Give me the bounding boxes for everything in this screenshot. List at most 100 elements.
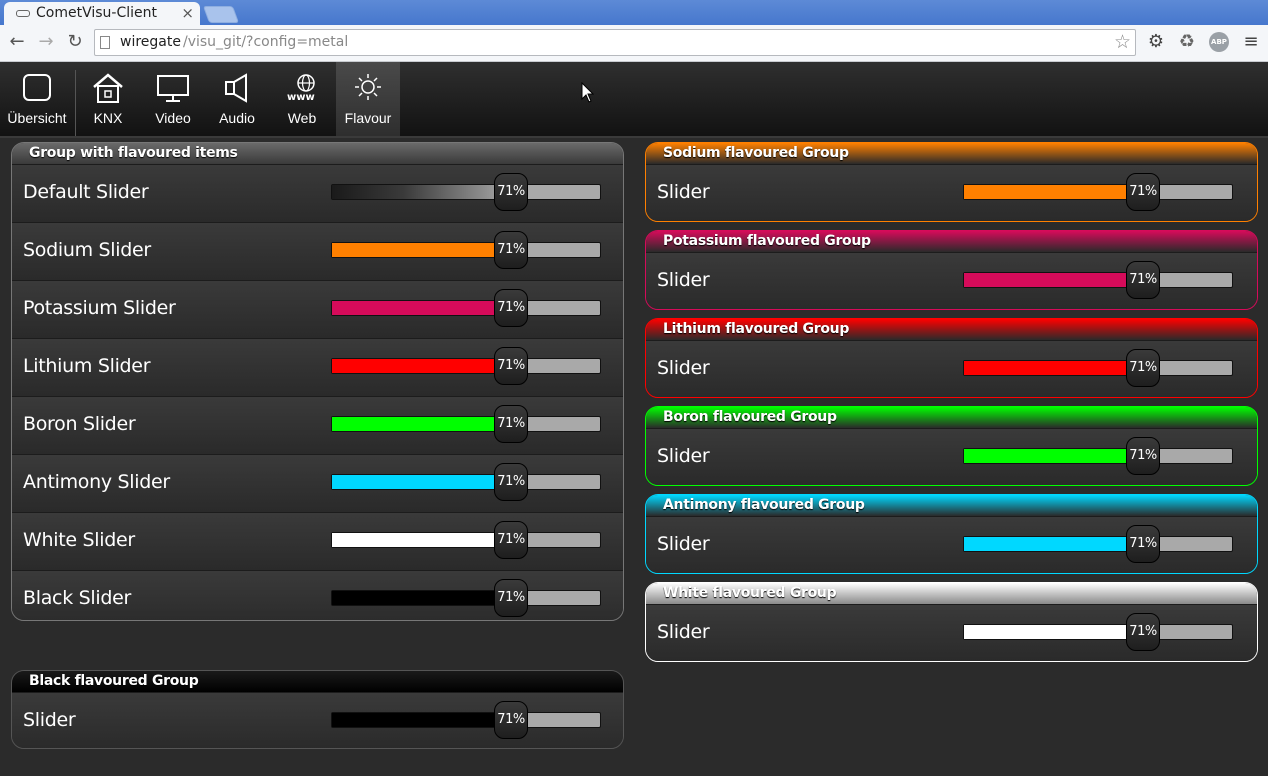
back-arrow-icon[interactable]: ← <box>5 30 29 54</box>
tab-title: CometVisu-Client <box>36 5 157 21</box>
slider-track[interactable]: 71% <box>331 463 601 501</box>
nav-item-audio[interactable]: Audio <box>205 62 269 136</box>
slider-fill <box>332 533 511 547</box>
recycle-icon[interactable]: ♻ <box>1176 31 1198 53</box>
nav-item-uebersicht[interactable]: Übersicht <box>4 62 70 136</box>
gear-icon[interactable]: ⚙ <box>1145 31 1167 53</box>
address-bar[interactable]: wiregate /visu_git/?config=metal ☆ <box>94 29 1136 56</box>
slider-knob[interactable]: 71% <box>494 701 528 739</box>
square-icon <box>23 74 51 101</box>
slider-track[interactable]: 71% <box>963 173 1233 211</box>
group-with-flavoured-items: Group with flavoured items Default Slide… <box>11 142 624 621</box>
slider-fill <box>332 243 511 257</box>
slider-fill <box>332 417 511 431</box>
browser-tab[interactable]: CometVisu-Client × <box>4 2 200 25</box>
slider-fill <box>964 273 1143 287</box>
slider-label: Slider <box>657 621 710 643</box>
potassium-flavoured-group: Potassium flavoured Group Slider 71% <box>645 230 1258 310</box>
slider-row: Sodium Slider 71% <box>12 222 623 280</box>
slider-row: Slider 71% <box>646 164 1257 221</box>
slider-fill <box>332 359 511 373</box>
slider-label: Black Slider <box>23 587 132 609</box>
slider-knob[interactable]: 71% <box>494 231 528 269</box>
slider-knob[interactable]: 71% <box>494 405 528 443</box>
slider-label: Slider <box>657 533 710 555</box>
slider-knob[interactable]: 71% <box>1126 261 1160 299</box>
nav-item-web[interactable]: www Web <box>270 62 334 136</box>
slider-fill <box>332 475 511 489</box>
slider-knob[interactable]: 71% <box>1126 613 1160 651</box>
black-flavoured-group: Black flavoured Group Slider 71% <box>11 670 624 749</box>
slider-row: Potassium Slider 71% <box>12 280 623 338</box>
slider-track[interactable]: 71% <box>331 347 601 385</box>
slider-knob[interactable]: 71% <box>1126 349 1160 387</box>
slider-knob[interactable]: 71% <box>494 463 528 501</box>
nav-label: Übersicht <box>7 110 67 126</box>
close-tab-icon[interactable]: × <box>181 2 194 25</box>
slider-row: Black Slider 71% <box>12 570 623 620</box>
group-title: Sodium flavoured Group <box>646 143 1257 164</box>
slider-row: Lithium Slider 71% <box>12 338 623 396</box>
slider-track[interactable]: 71% <box>963 437 1233 475</box>
house-icon <box>93 73 123 103</box>
slider-fill <box>964 625 1143 639</box>
slider-knob[interactable]: 71% <box>494 173 528 211</box>
slider-row: White Slider 71% <box>12 512 623 570</box>
slider-fill <box>964 185 1143 199</box>
url-host: wiregate <box>120 34 181 50</box>
lithium-flavoured-group: Lithium flavoured Group Slider 71% <box>645 318 1258 398</box>
slider-fill <box>332 713 511 727</box>
svg-text:www: www <box>287 92 315 103</box>
group-title: Black flavoured Group <box>12 671 623 692</box>
slider-label: Slider <box>657 269 710 291</box>
slider-knob[interactable]: 71% <box>1126 525 1160 563</box>
page-icon <box>100 36 110 49</box>
slider-track[interactable]: 71% <box>331 231 601 269</box>
monitor-icon <box>157 75 189 102</box>
nav-label: Video <box>155 110 191 126</box>
slider-knob[interactable]: 71% <box>494 579 528 617</box>
nav-label: Web <box>287 110 317 126</box>
slider-label: Lithium Slider <box>23 355 151 377</box>
slider-row: Slider 71% <box>646 340 1257 397</box>
slider-row: Slider 71% <box>646 252 1257 309</box>
slider-label: Boron Slider <box>23 413 136 435</box>
slider-knob[interactable]: 71% <box>1126 173 1160 211</box>
slider-row: Slider 71% <box>646 428 1257 485</box>
slider-label: Slider <box>23 709 76 731</box>
nav-item-flavour[interactable]: Flavour <box>336 62 400 136</box>
group-title: Lithium flavoured Group <box>646 319 1257 340</box>
nav-label: Flavour <box>344 110 392 126</box>
menu-icon[interactable]: ≡ <box>1240 31 1262 53</box>
slider-label: Slider <box>657 445 710 467</box>
slider-track[interactable]: 71% <box>963 261 1233 299</box>
bookmark-star-icon[interactable]: ☆ <box>1114 30 1131 55</box>
slider-row: Slider 71% <box>12 692 623 748</box>
reload-icon[interactable]: ↻ <box>63 30 87 54</box>
slider-track[interactable]: 71% <box>331 405 601 443</box>
favicon-icon <box>16 10 30 17</box>
slider-track[interactable]: 71% <box>331 701 601 739</box>
nav-label: Audio <box>219 110 255 126</box>
sodium-flavoured-group: Sodium flavoured Group Slider 71% <box>645 142 1258 222</box>
new-tab-button[interactable] <box>202 6 240 23</box>
nav-item-video[interactable]: Video <box>141 62 205 136</box>
slider-track[interactable]: 71% <box>331 579 601 617</box>
slider-label: Sodium Slider <box>23 239 151 261</box>
slider-knob[interactable]: 71% <box>494 521 528 559</box>
white-flavoured-group: White flavoured Group Slider 71% <box>645 582 1258 662</box>
slider-track[interactable]: 71% <box>331 289 601 327</box>
slider-track[interactable]: 71% <box>963 525 1233 563</box>
slider-row: Boron Slider 71% <box>12 396 623 454</box>
slider-track[interactable]: 71% <box>331 173 601 211</box>
nav-item-knx[interactable]: KNX <box>76 62 140 136</box>
adblock-icon[interactable]: ABP <box>1209 32 1229 52</box>
slider-track[interactable]: 71% <box>331 521 601 559</box>
slider-knob[interactable]: 71% <box>1126 437 1160 475</box>
forward-arrow-icon[interactable]: → <box>34 30 58 54</box>
slider-knob[interactable]: 71% <box>494 347 528 385</box>
slider-knob[interactable]: 71% <box>494 289 528 327</box>
slider-track[interactable]: 71% <box>963 613 1233 651</box>
url-path: /visu_git/?config=metal <box>183 34 349 50</box>
slider-track[interactable]: 71% <box>963 349 1233 387</box>
